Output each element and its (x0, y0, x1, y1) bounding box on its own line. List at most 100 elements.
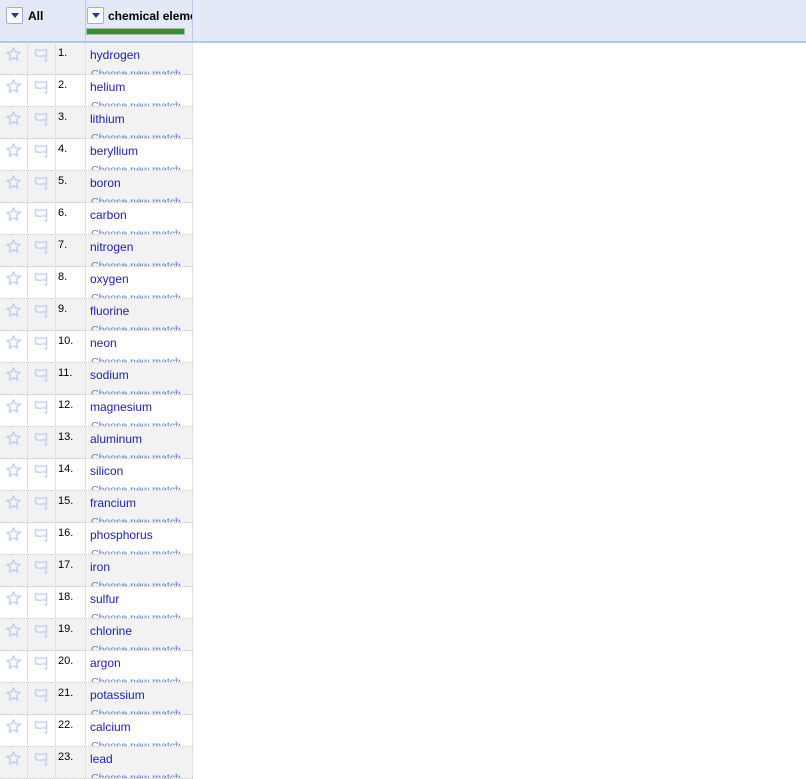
star-icon[interactable] (5, 302, 22, 330)
flag-icon[interactable] (34, 559, 50, 586)
cell-value-link[interactable]: magnesium (90, 400, 152, 414)
choose-new-match-link[interactable]: Choose new match (91, 292, 181, 298)
star-icon[interactable] (5, 398, 22, 426)
choose-new-match-link[interactable]: Choose new match (91, 612, 181, 618)
flag-icon[interactable] (34, 399, 50, 426)
column-dropdown-button[interactable] (87, 7, 104, 24)
choose-new-match-link[interactable]: Choose new match (91, 388, 181, 394)
star-icon[interactable] (5, 654, 22, 682)
choose-new-match-link[interactable]: Choose new match (91, 772, 181, 778)
cell-value-link[interactable]: calcium (90, 720, 131, 734)
choose-new-match-link[interactable]: Choose new match (91, 484, 181, 490)
choose-new-match-link[interactable]: Choose new match (91, 740, 181, 746)
star-icon[interactable] (5, 462, 22, 490)
flag-icon[interactable] (34, 303, 50, 330)
flag-icon[interactable] (34, 591, 50, 618)
flag-icon[interactable] (34, 623, 50, 650)
choose-new-match-link[interactable]: Choose new match (91, 580, 181, 586)
star-icon[interactable] (5, 718, 22, 746)
choose-new-match-link[interactable]: Choose new match (91, 68, 181, 74)
star-icon[interactable] (5, 622, 22, 650)
cell-value-link[interactable]: neon (90, 336, 117, 350)
star-icon[interactable] (5, 590, 22, 618)
star-icon[interactable] (5, 750, 22, 778)
flag-icon[interactable] (34, 47, 50, 74)
cell-value-link[interactable]: sulfur (90, 592, 119, 606)
star-icon[interactable] (5, 558, 22, 586)
choose-new-match-link[interactable]: Choose new match (91, 100, 181, 106)
choose-new-match-link[interactable]: Choose new match (91, 644, 181, 650)
flag-icon[interactable] (34, 463, 50, 490)
flag-icon[interactable] (34, 143, 50, 170)
star-icon[interactable] (5, 334, 22, 362)
flag-icon[interactable] (34, 751, 50, 778)
star-icon[interactable] (5, 78, 22, 106)
star-icon[interactable] (5, 494, 22, 522)
cell-value-link[interactable]: helium (90, 80, 125, 94)
cell-value-link[interactable]: lithium (90, 112, 125, 126)
cell-value-link[interactable]: argon (90, 656, 121, 670)
all-dropdown-button[interactable] (6, 7, 23, 24)
cell-value-link[interactable]: francium (90, 496, 136, 510)
cell-value-link[interactable]: beryllium (90, 144, 138, 158)
flag-icon[interactable] (34, 687, 50, 714)
star-icon[interactable] (5, 526, 22, 554)
cell-value-link[interactable]: fluorine (90, 304, 129, 318)
table-row: 6. carbon Choose new match (0, 203, 193, 235)
star-icon[interactable] (5, 174, 22, 202)
cell-value-link[interactable]: carbon (90, 208, 127, 222)
flag-icon[interactable] (34, 239, 50, 266)
cell-value-link[interactable]: hydrogen (90, 48, 140, 62)
cell-value-link[interactable]: chlorine (90, 624, 132, 638)
star-icon[interactable] (5, 686, 22, 714)
choose-new-match-link[interactable]: Choose new match (91, 196, 181, 202)
cell-value-link[interactable]: lead (90, 752, 113, 766)
flag-icon[interactable] (34, 207, 50, 234)
choose-new-match-link[interactable]: Choose new match (91, 676, 181, 682)
table-row: 16. phosphorus Choose new match (0, 523, 193, 555)
choose-new-match-link[interactable]: Choose new match (91, 516, 181, 522)
star-cell (0, 651, 28, 682)
star-icon[interactable] (5, 270, 22, 298)
star-icon[interactable] (5, 110, 22, 138)
flag-icon[interactable] (34, 719, 50, 746)
cell-value-link[interactable]: iron (90, 560, 110, 574)
table-row: 19. chlorine Choose new match (0, 619, 193, 651)
flag-icon[interactable] (34, 271, 50, 298)
choose-new-match-link[interactable]: Choose new match (91, 164, 181, 170)
flag-icon[interactable] (34, 175, 50, 202)
cell-value-link[interactable]: phosphorus (90, 528, 153, 542)
flag-icon[interactable] (34, 111, 50, 138)
star-icon[interactable] (5, 206, 22, 234)
flag-icon[interactable] (34, 79, 50, 106)
cell-value-link[interactable]: sodium (90, 368, 129, 382)
star-cell (0, 395, 28, 426)
cell-value-link[interactable]: boron (90, 176, 121, 190)
choose-new-match-link[interactable]: Choose new match (91, 420, 181, 426)
cell-value-link[interactable]: nitrogen (90, 240, 133, 254)
flag-cell (28, 715, 56, 746)
flag-icon[interactable] (34, 367, 50, 394)
flag-icon[interactable] (34, 655, 50, 682)
flag-icon[interactable] (34, 431, 50, 458)
flag-icon[interactable] (34, 527, 50, 554)
choose-new-match-link[interactable]: Choose new match (91, 548, 181, 554)
choose-new-match-link[interactable]: Choose new match (91, 132, 181, 138)
cell-value-link[interactable]: silicon (90, 464, 123, 478)
choose-new-match-link[interactable]: Choose new match (91, 324, 181, 330)
cell-value-link[interactable]: oxygen (90, 272, 129, 286)
cell-value-link[interactable]: aluminum (90, 432, 142, 446)
star-icon[interactable] (5, 366, 22, 394)
star-icon[interactable] (5, 430, 22, 458)
choose-new-match-link[interactable]: Choose new match (91, 708, 181, 714)
star-icon[interactable] (5, 46, 22, 74)
choose-new-match-link[interactable]: Choose new match (91, 356, 181, 362)
cell-value-link[interactable]: potassium (90, 688, 145, 702)
star-icon[interactable] (5, 238, 22, 266)
flag-icon[interactable] (34, 495, 50, 522)
choose-new-match-link[interactable]: Choose new match (91, 260, 181, 266)
choose-new-match-link[interactable]: Choose new match (91, 452, 181, 458)
choose-new-match-link[interactable]: Choose new match (91, 228, 181, 234)
star-icon[interactable] (5, 142, 22, 170)
flag-icon[interactable] (34, 335, 50, 362)
